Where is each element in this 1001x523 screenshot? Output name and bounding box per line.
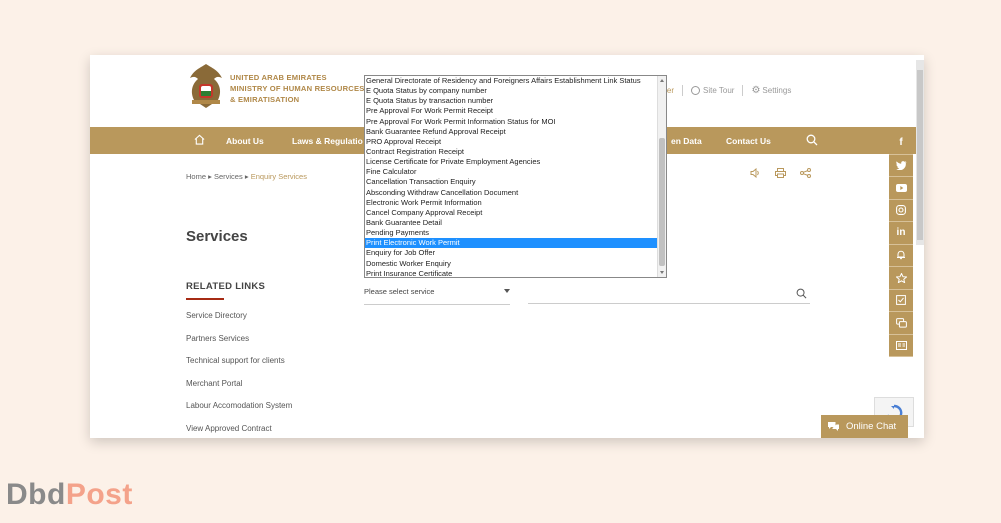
service-option[interactable]: Enquiry for Job Offer bbox=[365, 248, 658, 258]
uae-emblem-logo[interactable] bbox=[186, 62, 226, 110]
scrollbar-thumb[interactable] bbox=[659, 138, 665, 266]
related-link-item[interactable]: Partners Services bbox=[186, 334, 292, 357]
site-tour-label: Site Tour bbox=[703, 85, 735, 95]
service-option[interactable]: Fine Calculator bbox=[365, 167, 658, 177]
service-option[interactable]: Cancellation Transaction Enquiry bbox=[365, 177, 658, 187]
search-icon[interactable] bbox=[796, 288, 807, 299]
page-scrollbar-thumb[interactable] bbox=[917, 70, 923, 240]
instagram-icon[interactable] bbox=[889, 199, 913, 222]
settings-label: Settings bbox=[762, 86, 792, 95]
facebook-icon[interactable]: f bbox=[889, 132, 913, 155]
related-link-item[interactable]: Technical support for clients bbox=[186, 356, 292, 379]
site-tour-link[interactable]: Site Tour bbox=[691, 85, 735, 96]
search-icon[interactable] bbox=[806, 134, 818, 146]
related-link-item[interactable]: View Approved Contract bbox=[186, 424, 292, 439]
linkedin-icon[interactable]: in bbox=[889, 222, 913, 245]
social-sidebar: f in bbox=[889, 132, 913, 357]
dbdpost-watermark: DbdPost bbox=[6, 478, 133, 512]
home-icon[interactable] bbox=[194, 134, 205, 145]
service-select[interactable]: Please select service bbox=[364, 285, 510, 305]
top-links: egister Site Tour ⚙Settings bbox=[650, 85, 791, 96]
service-select-value: Please select service bbox=[364, 287, 435, 296]
related-links-title: RELATED LINKS bbox=[186, 281, 266, 292]
service-option[interactable]: General Directorate of Residency and For… bbox=[365, 76, 658, 86]
org-name: UNITED ARAB EMIRATES MINISTRY OF HUMAN R… bbox=[230, 72, 365, 105]
service-option[interactable]: Bank Guarantee Detail bbox=[365, 218, 658, 228]
org-line-2: MINISTRY OF HUMAN RESOURCES bbox=[230, 84, 365, 93]
breadcrumb: Home ▸ Services ▸ Enquiry Services bbox=[186, 172, 307, 181]
divider bbox=[682, 85, 684, 96]
service-option[interactable]: Electronic Work Permit Information bbox=[365, 198, 658, 208]
watermark-part2: Post bbox=[65, 478, 133, 511]
checklist-icon[interactable] bbox=[889, 289, 913, 312]
dropdown-scrollbar[interactable] bbox=[657, 76, 666, 277]
nav-laws-regulations[interactable]: Laws & Regulatio bbox=[292, 136, 363, 146]
page-title: Services bbox=[186, 228, 248, 245]
search-field-line[interactable] bbox=[528, 303, 810, 304]
service-option[interactable]: Absconding Withdraw Cancellation Documen… bbox=[365, 188, 658, 198]
breadcrumb-current: Enquiry Services bbox=[250, 172, 307, 181]
share-icon[interactable] bbox=[800, 168, 811, 178]
related-link-item[interactable]: Merchant Portal bbox=[186, 379, 292, 402]
service-dropdown-list[interactable]: General Directorate of Residency and For… bbox=[364, 75, 667, 278]
service-option[interactable]: PRO Approval Receipt bbox=[365, 137, 658, 147]
settings-link[interactable]: ⚙ Settings bbox=[751, 85, 791, 96]
nav-open-data[interactable]: en Data bbox=[671, 136, 702, 146]
online-chat-label: Online Chat bbox=[846, 421, 897, 432]
divider bbox=[742, 85, 744, 96]
nav-contact-us[interactable]: Contact Us bbox=[726, 136, 771, 146]
org-line-3: & EMIRATISATION bbox=[230, 95, 300, 104]
service-option[interactable]: Pending Payments bbox=[365, 228, 658, 238]
gear-icon: ⚙ bbox=[751, 85, 761, 96]
service-option[interactable]: Domestic Worker Enquiry bbox=[365, 259, 658, 269]
service-option[interactable]: Bank Guarantee Refund Approval Receipt bbox=[365, 127, 658, 137]
breadcrumb-services[interactable]: Services bbox=[214, 172, 243, 181]
service-option[interactable]: Print Insurance Certificate bbox=[365, 269, 658, 277]
bell-icon[interactable] bbox=[889, 244, 913, 267]
related-links-list: Service Directory Partners Services Tech… bbox=[186, 311, 292, 438]
help-circle-icon bbox=[691, 86, 701, 96]
service-options: General Directorate of Residency and For… bbox=[365, 76, 658, 277]
page-tools bbox=[750, 168, 811, 178]
org-line-1: UNITED ARAB EMIRATES bbox=[230, 73, 327, 82]
browser-page: UNITED ARAB EMIRATES MINISTRY OF HUMAN R… bbox=[90, 55, 924, 438]
sign-language-icon[interactable] bbox=[889, 334, 913, 357]
service-option[interactable]: Cancel Company Approval Receipt bbox=[365, 208, 658, 218]
watermark-part1: Dbd bbox=[6, 478, 66, 511]
service-option[interactable]: Print Electronic Work Permit bbox=[365, 238, 658, 249]
chat-bubbles-icon[interactable] bbox=[889, 312, 913, 335]
service-option[interactable]: Contract Registration Receipt bbox=[365, 147, 658, 157]
twitter-icon[interactable] bbox=[889, 154, 913, 177]
title-underline bbox=[186, 298, 224, 300]
online-chat-button[interactable]: Online Chat bbox=[821, 415, 908, 438]
service-option[interactable]: Pre Approval For Work Permit Receipt bbox=[365, 106, 658, 116]
speaker-icon[interactable] bbox=[750, 168, 761, 178]
service-option[interactable]: License Certificate for Private Employme… bbox=[365, 157, 658, 167]
caret-down-icon bbox=[504, 289, 510, 293]
related-link-item[interactable]: Service Directory bbox=[186, 311, 292, 334]
star-icon[interactable] bbox=[889, 267, 913, 290]
print-icon[interactable] bbox=[775, 168, 786, 178]
scroll-down-arrow-icon[interactable] bbox=[660, 271, 664, 274]
page-scrollbar[interactable] bbox=[916, 60, 924, 245]
service-option[interactable]: E Quota Status by transaction number bbox=[365, 96, 658, 106]
breadcrumb-home[interactable]: Home bbox=[186, 172, 206, 181]
nav-about-us[interactable]: About Us bbox=[226, 136, 264, 146]
youtube-icon[interactable] bbox=[889, 177, 913, 200]
service-option[interactable]: E Quota Status by company number bbox=[365, 86, 658, 96]
related-link-item[interactable]: Labour Accomodation System bbox=[186, 401, 292, 424]
chat-icon bbox=[828, 422, 839, 431]
scroll-up-arrow-icon[interactable] bbox=[660, 79, 664, 82]
service-option[interactable]: Pre Approval For Work Permit Information… bbox=[365, 117, 658, 127]
